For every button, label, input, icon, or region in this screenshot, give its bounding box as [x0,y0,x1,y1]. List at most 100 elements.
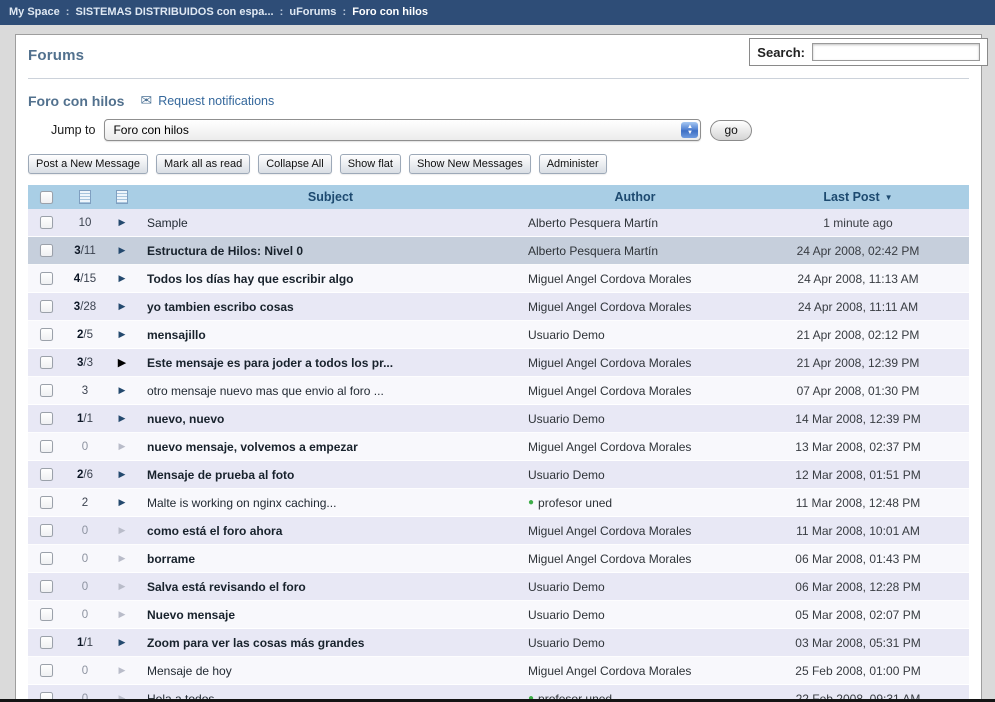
expand-thread-icon[interactable]: ▶ [119,609,126,620]
table-row[interactable]: 2▶Malte is working on nginx caching...●p… [28,489,969,517]
expand-thread-icon[interactable]: ▶ [119,301,126,312]
go-button[interactable]: go [710,120,751,141]
toolbar-button-show-new-messages[interactable]: Show New Messages [409,154,531,174]
expand-thread-icon[interactable]: ▶ [119,553,126,564]
thread-subject-link[interactable]: Estructura de Hilos: Nivel 0 [147,244,303,258]
thread-subject-link[interactable]: como está el foro ahora [147,524,282,538]
notification-mail-icon: ✉ [140,92,152,109]
row-checkbox-cell [28,272,64,285]
row-checkbox[interactable] [40,412,53,425]
row-checkbox-cell [28,440,64,453]
thread-subject-link[interactable]: Todos los días hay que escribir algo [147,272,354,286]
lastpost-cell: 06 Mar 2008, 01:43 PM [747,552,969,566]
row-checkbox[interactable] [40,356,53,369]
lastpost-cell: 24 Apr 2008, 11:11 AM [747,300,969,314]
row-checkbox-cell [28,496,64,509]
breadcrumb-link[interactable]: uForums [289,6,336,18]
lastpost-column-header[interactable]: Last Post ▼ [747,190,969,204]
expand-thread-icon[interactable]: ▶ [119,413,126,424]
author-cell: Miguel Angel Cordova Morales [523,552,747,566]
table-row[interactable]: 0▶nuevo mensaje, volvemos a empezarMigue… [28,433,969,461]
expand-thread-icon[interactable]: ▶ [119,441,126,452]
table-row[interactable]: 0▶Mensaje de hoyMiguel Angel Cordova Mor… [28,657,969,685]
table-row[interactable]: 2/5▶mensajilloUsuario Demo21 Apr 2008, 0… [28,321,969,349]
row-checkbox[interactable] [40,552,53,565]
subject-column-header[interactable]: Subject [138,190,523,204]
expand-thread-icon[interactable]: ▶ [119,469,126,480]
message-count-cell: 2/6 [64,469,106,481]
toolbar-button-mark-all-as-read[interactable]: Mark all as read [156,154,250,174]
table-row[interactable]: 0▶Salva está revisando el foroUsuario De… [28,573,969,601]
table-row[interactable]: 3▶otro mensaje nuevo mas que envio al fo… [28,377,969,405]
row-checkbox[interactable] [40,244,53,257]
row-checkbox[interactable] [40,216,53,229]
breadcrumb-link[interactable]: SISTEMAS DISTRIBUIDOS con espa... [76,6,274,18]
thread-subject-link[interactable]: borrame [147,552,195,566]
row-checkbox[interactable] [40,608,53,621]
row-checkbox[interactable] [40,524,53,537]
table-row[interactable]: 0▶como está el foro ahoraMiguel Angel Co… [28,517,969,545]
thread-subject-link[interactable]: yo tambien escribo cosas [147,300,294,314]
message-count-cell: 3/11 [64,245,106,257]
row-checkbox[interactable] [40,468,53,481]
lastpost-cell: 25 Feb 2008, 01:00 PM [747,664,969,678]
expand-thread-icon[interactable]: ▶ [119,665,126,676]
jump-to-selected-value: Foro con hilos [113,123,188,137]
table-row[interactable]: 4/15▶Todos los días hay que escribir alg… [28,265,969,293]
table-row[interactable]: 1/1▶nuevo, nuevoUsuario Demo14 Mar 2008,… [28,405,969,433]
thread-subject-link[interactable]: Zoom para ver las cosas más grandes [147,636,364,650]
row-checkbox[interactable] [40,664,53,677]
thread-subject-link[interactable]: otro mensaje nuevo mas que envio al foro… [147,384,384,398]
expand-thread-icon[interactable]: ▶ [119,245,126,256]
row-checkbox[interactable] [40,636,53,649]
thread-subject-link[interactable]: nuevo, nuevo [147,412,224,426]
jump-to-select[interactable]: Foro con hilos ▲▼ [104,119,701,141]
breadcrumb-link[interactable]: My Space [9,6,60,18]
thread-subject-link[interactable]: Malte is working on nginx caching... [147,496,336,510]
thread-subject-link[interactable]: Mensaje de hoy [147,664,232,678]
toolbar-button-collapse-all[interactable]: Collapse All [258,154,331,174]
table-row[interactable]: 3/3 ▶ Este mensaje es para joder a todos l… [28,349,969,377]
expand-thread-icon[interactable]: ▶ [119,637,126,648]
expand-thread-icon[interactable]: ▶ [119,497,126,508]
table-row[interactable]: 0▶Nuevo mensajeUsuario Demo05 Mar 2008, … [28,601,969,629]
row-checkbox[interactable] [40,496,53,509]
request-notifications-link[interactable]: Request notifications [158,94,274,108]
table-row[interactable]: 2/6▶Mensaje de prueba al fotoUsuario Dem… [28,461,969,489]
table-row[interactable]: 1/1▶Zoom para ver las cosas más grandesU… [28,629,969,657]
table-row[interactable]: 0▶borrameMiguel Angel Cordova Morales06 … [28,545,969,573]
toolbar-button-post-a-new-message[interactable]: Post a New Message [28,154,148,174]
expand-thread-icon[interactable]: ▶ [118,356,126,369]
thread-subject-link[interactable]: Sample [147,216,188,230]
thread-subject-link[interactable]: nuevo mensaje, volvemos a empezar [147,440,358,454]
row-checkbox[interactable] [40,328,53,341]
table-row[interactable]: 3/28▶yo tambien escribo cosasMiguel Ange… [28,293,969,321]
table-row[interactable]: 10▶SampleAlberto Pesquera Martín1 minute… [28,209,969,237]
row-checkbox[interactable] [40,272,53,285]
expand-thread-icon[interactable]: ▶ [119,329,126,340]
row-checkbox[interactable] [40,440,53,453]
table-row[interactable]: 3/11▶Estructura de Hilos: Nivel 0Alberto… [28,237,969,265]
author-column-header[interactable]: Author [523,190,747,204]
row-checkbox[interactable] [40,384,53,397]
thread-subject-link[interactable]: Este mensaje es para joder a todos los p… [147,356,393,370]
expand-thread-icon[interactable]: ▶ [119,525,126,536]
row-checkbox[interactable] [40,300,53,313]
thread-subject-link[interactable]: Salva está revisando el foro [147,580,306,594]
toolbar-button-show-flat[interactable]: Show flat [340,154,401,174]
row-checkbox[interactable] [40,580,53,593]
toolbar-button-administer[interactable]: Administer [539,154,607,174]
subject-cell: yo tambien escribo cosas [138,300,523,314]
thread-subject-link[interactable]: Nuevo mensaje [147,608,235,622]
expand-thread-icon[interactable]: ▶ [119,217,126,228]
expand-thread-icon[interactable]: ▶ [119,273,126,284]
expand-thread-icon[interactable]: ▶ [119,385,126,396]
select-all-checkbox[interactable] [40,191,53,204]
subject-cell: Sample [138,216,523,230]
thread-subject-link[interactable]: Mensaje de prueba al foto [147,468,294,482]
count-header-cell [64,190,106,204]
search-input[interactable] [812,43,980,61]
expand-thread-icon[interactable]: ▶ [119,581,126,592]
message-count-cell: 3/3 [64,357,106,369]
thread-subject-link[interactable]: mensajillo [147,328,206,342]
